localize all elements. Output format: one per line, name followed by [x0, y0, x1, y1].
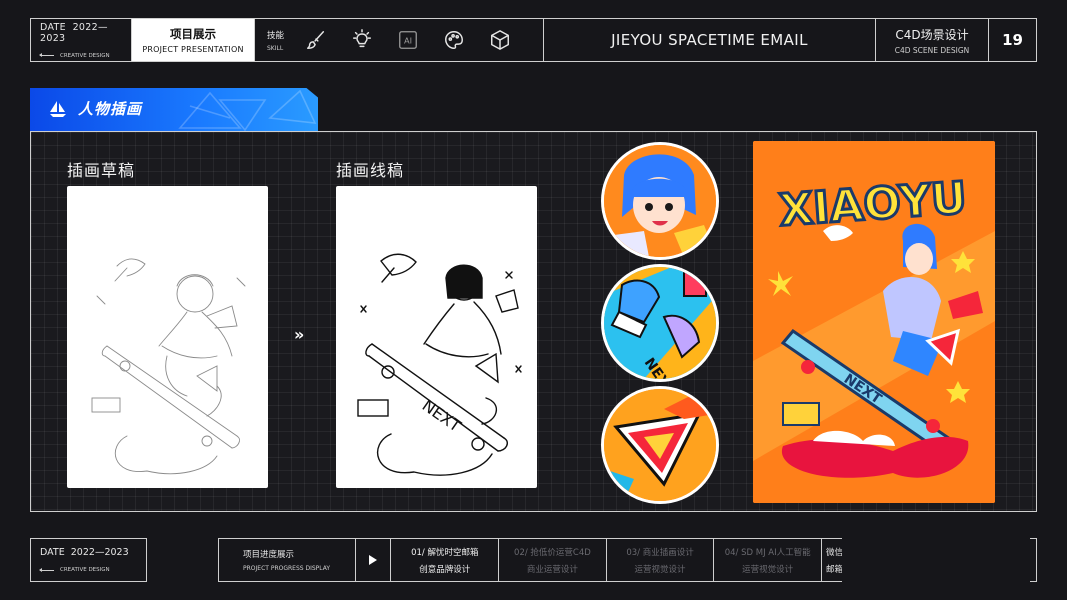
ai-icon-text: AI: [404, 36, 412, 46]
palette-icon[interactable]: [440, 26, 468, 54]
illustration-panel: 插画草稿 插画线稿 » NEXT NEXT XIAOYU NEXT: [30, 131, 1037, 512]
arrow-left-icon: [39, 567, 54, 572]
progress-step-02[interactable]: 02/ 抢低价运营C4D 商业运营设计: [499, 539, 607, 581]
section-title: 人物插画: [78, 100, 143, 118]
final-poster-image: XIAOYU NEXT: [753, 141, 995, 503]
detail-circle-shoe: NEXT: [601, 264, 719, 382]
brush-icon[interactable]: [302, 26, 330, 54]
page-number: 19: [1002, 31, 1023, 49]
skill-bar: 技能 SKILL AI: [255, 19, 544, 61]
footer-creative-design-label: CREATIVE DESIGN: [39, 567, 146, 573]
progress-step-05-partial[interactable]: 微信 邮箱: [822, 539, 842, 581]
detail-circle-face: [601, 142, 719, 260]
footer-date-label: DATE 2022—2023: [40, 547, 129, 558]
section-tab-pattern: [178, 89, 317, 131]
sail-logo-icon: [48, 99, 68, 123]
progress-step-01[interactable]: 01/ 解忧时空邮箱 创意品牌设计: [391, 539, 500, 581]
date-block: DATE 2022—2023 CREATIVE DESIGN: [31, 19, 132, 61]
project-title: JIEYOU SPACETIME EMAIL: [544, 19, 876, 61]
progress-label: 项目进度展示 PROJECT PROGRESS DISPLAY: [219, 539, 356, 581]
lineart-title: 插画线稿: [336, 161, 405, 180]
skill-label: 技能 SKILL: [267, 30, 285, 52]
footer-end-bracket: [1030, 538, 1037, 582]
bulb-icon[interactable]: [348, 26, 376, 54]
draft-sketch-image: [67, 186, 268, 488]
footer-date-block: DATE 2022—2023 CREATIVE DESIGN: [30, 538, 147, 582]
project-title-cn: 项目展示: [170, 27, 216, 41]
cube-icon[interactable]: [486, 26, 514, 54]
ai-icon[interactable]: AI: [394, 26, 422, 54]
top-header: DATE 2022—2023 CREATIVE DESIGN 项目展示 PROJ…: [30, 18, 1037, 62]
detail-circle-sign: [601, 386, 719, 504]
arrow-next-icon: »: [294, 325, 304, 344]
lineart-image: NEXT: [336, 186, 537, 488]
draft-title: 插画草稿: [67, 161, 136, 180]
project-presentation-tab[interactable]: 项目展示 PROJECT PRESENTATION: [132, 19, 255, 61]
date-label: DATE 2022—2023: [40, 21, 108, 44]
play-icon: [369, 555, 378, 565]
c4d-scene-tab[interactable]: C4D场景设计 C4D SCENE DESIGN: [876, 19, 989, 61]
progress-step-03[interactable]: 03/ 商业插画设计 运营视觉设计: [607, 539, 715, 581]
creative-design-label: CREATIVE DESIGN: [39, 53, 131, 59]
play-button[interactable]: [356, 539, 392, 581]
project-title-en: PROJECT PRESENTATION: [142, 45, 244, 54]
board-text-lineart: NEXT: [419, 396, 465, 436]
section-tab-character-illustration: 人物插画: [30, 88, 318, 131]
arrow-left-icon: [39, 53, 54, 57]
progress-step-04[interactable]: 04/ SD MJ AI人工智能 运营视觉设计: [714, 539, 822, 581]
project-progress-bar: 项目进度展示 PROJECT PROGRESS DISPLAY 01/ 解忧时空…: [218, 538, 842, 582]
